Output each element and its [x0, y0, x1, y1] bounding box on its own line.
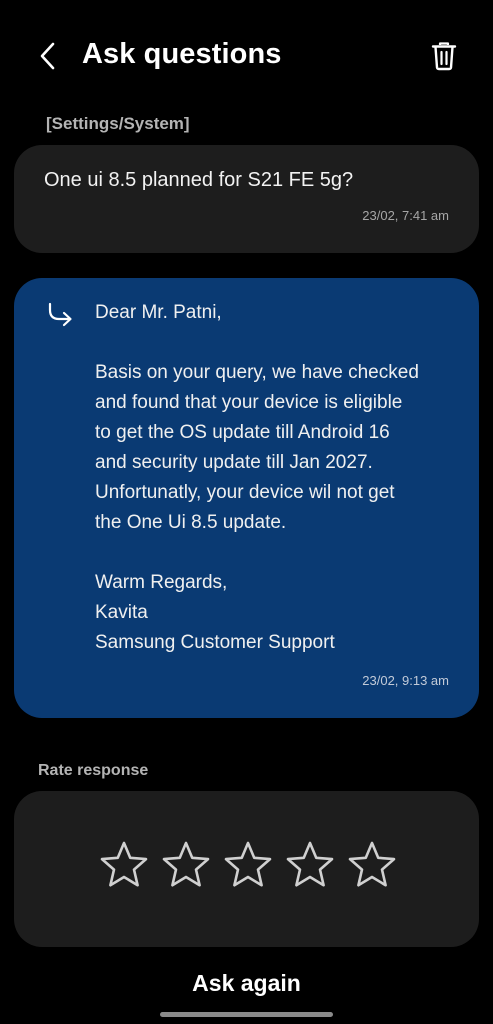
- star-1-button[interactable]: [98, 839, 149, 890]
- answer-timestamp: 23/02, 9:13 am: [362, 673, 449, 688]
- star-outline-icon: [348, 841, 395, 887]
- answer-line: Unfortunatly, your device wil not get: [95, 482, 395, 503]
- delete-button[interactable]: [424, 36, 464, 76]
- star-outline-icon: [286, 841, 333, 887]
- star-outline-icon: [224, 841, 271, 887]
- question-text: One ui 8.5 planned for S21 FE 5g?: [44, 169, 354, 191]
- rate-response-label: Rate response: [38, 762, 149, 779]
- star-5-button[interactable]: [346, 839, 397, 890]
- star-outline-icon: [100, 841, 147, 887]
- trash-icon: [431, 42, 457, 71]
- chevron-left-icon: [40, 42, 55, 70]
- answer-greeting: Dear Mr. Patni,: [95, 302, 222, 323]
- reply-arrow-icon: [48, 302, 72, 327]
- answer-agent-name: Kavita: [95, 602, 148, 623]
- page-title: Ask questions: [82, 38, 282, 70]
- question-card: One ui 8.5 planned for S21 FE 5g? 23/02,…: [14, 145, 479, 253]
- answer-body: Dear Mr. Patni, Basis on your query, we …: [95, 298, 455, 658]
- star-rating: [98, 839, 397, 890]
- back-button[interactable]: [30, 36, 66, 76]
- home-indicator[interactable]: [160, 1012, 333, 1017]
- star-4-button[interactable]: [284, 839, 335, 890]
- ask-questions-screen: Ask questions [Settings/System] One ui 8…: [0, 0, 493, 1024]
- answer-signature: Samsung Customer Support: [95, 632, 335, 653]
- answer-closing: Warm Regards,: [95, 572, 228, 593]
- header: Ask questions: [0, 30, 493, 82]
- answer-line: to get the OS update till Android 16: [95, 422, 390, 443]
- star-outline-icon: [162, 841, 209, 887]
- answer-line: the One Ui 8.5 update.: [95, 512, 287, 533]
- ask-again-button[interactable]: Ask again: [0, 970, 493, 997]
- question-category: [Settings/System]: [46, 114, 190, 133]
- star-3-button[interactable]: [222, 839, 273, 890]
- answer-line: and security update till Jan 2027.: [95, 452, 373, 473]
- answer-line: and found that your device is eligible: [95, 392, 403, 413]
- answer-card: Dear Mr. Patni, Basis on your query, we …: [14, 278, 479, 718]
- question-timestamp: 23/02, 7:41 am: [362, 208, 449, 223]
- star-2-button[interactable]: [160, 839, 211, 890]
- rating-card: [14, 791, 479, 947]
- answer-line: Basis on your query, we have checked: [95, 362, 419, 383]
